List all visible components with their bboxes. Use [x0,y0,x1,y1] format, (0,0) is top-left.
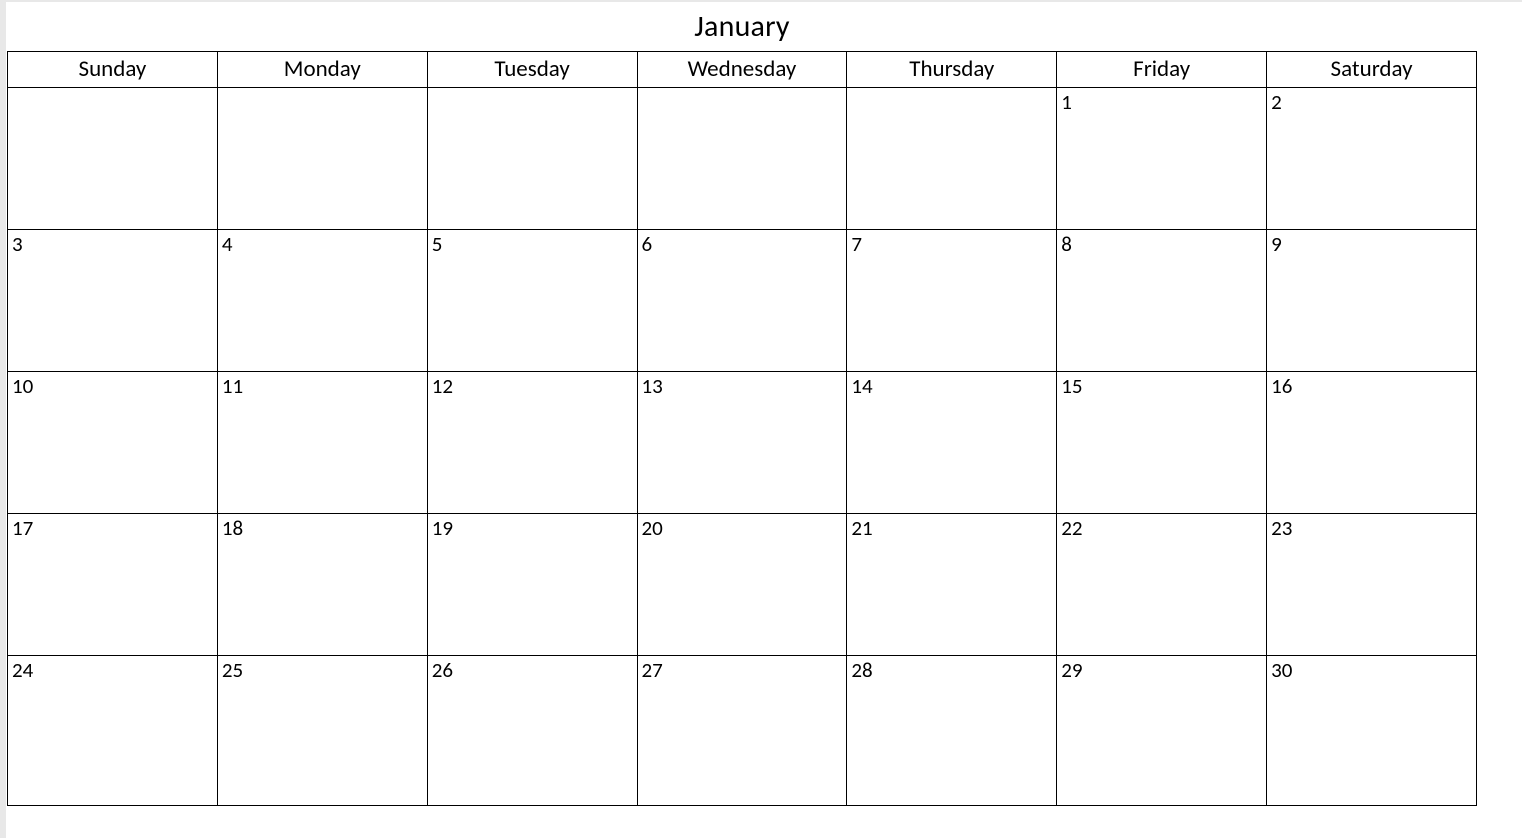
calendar-day-cell[interactable] [427,88,637,230]
calendar-day-cell[interactable]: 18 [217,514,427,656]
calendar-week-row: 1 2 [8,88,1477,230]
day-header-sunday[interactable]: Sunday [8,52,218,88]
calendar-week-row: 17 18 19 20 21 22 23 [8,514,1477,656]
calendar-day-cell[interactable]: 17 [8,514,218,656]
calendar-day-cell[interactable]: 9 [1267,230,1477,372]
calendar-day-cell[interactable]: 21 [847,514,1057,656]
day-header-monday[interactable]: Monday [217,52,427,88]
calendar-day-cell[interactable] [8,88,218,230]
month-title: January [7,2,1477,51]
calendar-container: January Sunday Monday Tuesday Wednesday … [7,2,1477,810]
day-header-wednesday[interactable]: Wednesday [637,52,847,88]
calendar-day-cell[interactable]: 25 [217,656,427,806]
calendar-day-cell[interactable]: 15 [1057,372,1267,514]
day-header-saturday[interactable]: Saturday [1267,52,1477,88]
calendar-day-cell[interactable]: 30 [1267,656,1477,806]
day-header-friday[interactable]: Friday [1057,52,1267,88]
calendar-day-cell[interactable]: 13 [637,372,847,514]
calendar-day-cell[interactable]: 16 [1267,372,1477,514]
calendar-day-cell[interactable]: 8 [1057,230,1267,372]
calendar-day-cell[interactable]: 26 [427,656,637,806]
calendar-day-cell[interactable]: 27 [637,656,847,806]
calendar-week-row: 10 11 12 13 14 15 16 [8,372,1477,514]
calendar-day-cell[interactable] [217,88,427,230]
calendar-week-row: 3 4 5 6 7 8 9 [8,230,1477,372]
calendar-table: Sunday Monday Tuesday Wednesday Thursday… [7,51,1477,806]
calendar-day-cell[interactable]: 2 [1267,88,1477,230]
calendar-day-cell[interactable]: 6 [637,230,847,372]
calendar-day-cell[interactable]: 19 [427,514,637,656]
calendar-day-cell[interactable]: 28 [847,656,1057,806]
calendar-day-cell[interactable]: 11 [217,372,427,514]
calendar-day-cell[interactable]: 4 [217,230,427,372]
calendar-day-cell[interactable]: 12 [427,372,637,514]
day-header-tuesday[interactable]: Tuesday [427,52,637,88]
calendar-header-row: Sunday Monday Tuesday Wednesday Thursday… [8,52,1477,88]
calendar-day-cell[interactable] [637,88,847,230]
spreadsheet-row-gutter [0,0,6,838]
calendar-day-cell[interactable]: 29 [1057,656,1267,806]
calendar-day-cell[interactable]: 5 [427,230,637,372]
calendar-day-cell[interactable]: 3 [8,230,218,372]
calendar-day-cell[interactable]: 20 [637,514,847,656]
calendar-day-cell[interactable] [847,88,1057,230]
calendar-day-cell[interactable]: 23 [1267,514,1477,656]
calendar-day-cell[interactable]: 22 [1057,514,1267,656]
calendar-week-row: 24 25 26 27 28 29 30 [8,656,1477,806]
calendar-day-cell[interactable]: 24 [8,656,218,806]
calendar-day-cell[interactable]: 1 [1057,88,1267,230]
calendar-day-cell[interactable]: 10 [8,372,218,514]
day-header-thursday[interactable]: Thursday [847,52,1057,88]
calendar-day-cell[interactable]: 7 [847,230,1057,372]
calendar-day-cell[interactable]: 14 [847,372,1057,514]
